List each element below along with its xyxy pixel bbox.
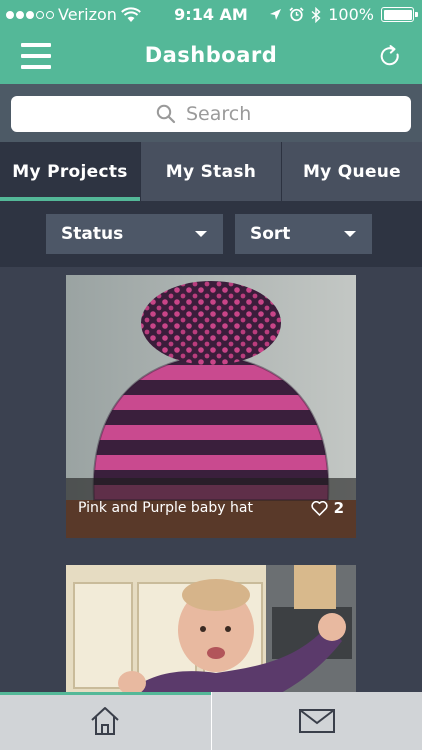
- project-card[interactable]: [66, 565, 356, 692]
- sort-dropdown-label: Sort: [250, 224, 291, 244]
- heart-icon: [310, 500, 328, 516]
- project-card[interactable]: Pink and Purple baby hat 2: [66, 275, 356, 538]
- navigation-bar: Dashboard: [0, 30, 422, 84]
- filter-bar: Status Sort: [0, 201, 422, 267]
- location-arrow-icon: [270, 9, 282, 20]
- like-button[interactable]: 2: [310, 499, 344, 517]
- caret-down-icon: [344, 231, 356, 237]
- refresh-icon[interactable]: [378, 44, 402, 68]
- project-title: Pink and Purple baby hat: [78, 500, 253, 516]
- project-caption: Pink and Purple baby hat 2: [66, 478, 356, 538]
- project-list: Pink and Purple baby hat 2: [0, 267, 422, 692]
- home-icon: [91, 707, 119, 735]
- page-title: Dashboard: [144, 43, 278, 67]
- search-bar-container: [0, 84, 422, 142]
- status-dropdown-label: Status: [61, 224, 124, 244]
- bluetooth-icon: [311, 6, 321, 23]
- tab-my-projects[interactable]: My Projects: [0, 142, 141, 201]
- envelope-icon: [298, 709, 335, 733]
- messages-tab[interactable]: [212, 692, 422, 750]
- alarm-icon: [289, 7, 304, 22]
- search-box[interactable]: [11, 96, 411, 132]
- bottom-tab-bar: [0, 692, 422, 750]
- search-icon: [156, 104, 176, 124]
- like-count: 2: [333, 499, 344, 517]
- status-bar: Verizon 9:14 AM 100%: [0, 0, 422, 30]
- sort-dropdown[interactable]: Sort: [235, 214, 372, 254]
- battery-percent: 100%: [328, 5, 374, 24]
- home-tab[interactable]: [0, 692, 212, 750]
- status-dropdown[interactable]: Status: [46, 214, 223, 254]
- tab-my-stash[interactable]: My Stash: [141, 142, 282, 201]
- search-input[interactable]: [186, 103, 266, 125]
- battery-icon: [381, 7, 418, 22]
- project-photo: [66, 565, 356, 692]
- hamburger-menu-icon[interactable]: [21, 43, 51, 69]
- section-tabs: My Projects My Stash My Queue: [0, 142, 422, 201]
- top-app-bar: Verizon 9:14 AM 100% Dashboard Search: [0, 0, 422, 142]
- caret-down-icon: [195, 231, 207, 237]
- tab-my-queue[interactable]: My Queue: [282, 142, 422, 201]
